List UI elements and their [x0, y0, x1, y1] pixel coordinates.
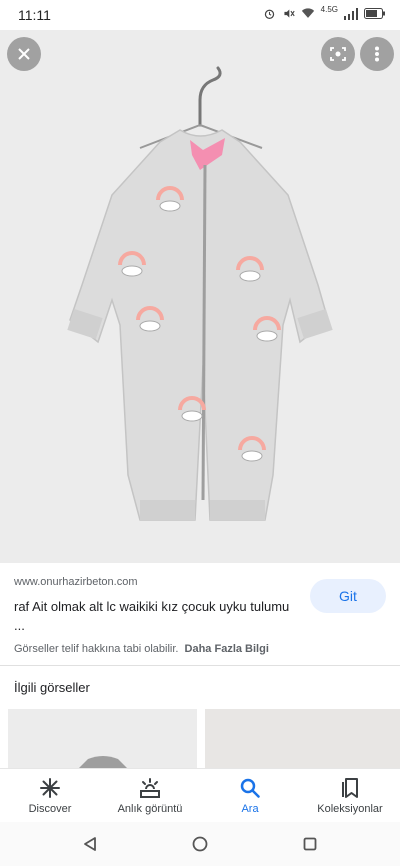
copyright-text: Görseller telif hakkına tabi olabilir.: [14, 643, 179, 655]
visit-button[interactable]: Git: [310, 579, 386, 613]
back-icon: [84, 837, 96, 851]
lens-button[interactable]: [321, 37, 355, 71]
nav-label: Ara: [241, 803, 259, 815]
snapshot-icon: [140, 778, 160, 798]
related-image-thumbnail[interactable]: [205, 709, 400, 769]
status-icons: 4.5G: [263, 5, 386, 20]
more-vert-icon: [375, 46, 379, 62]
nav-label: Koleksiyonlar: [317, 803, 383, 815]
mute-icon: [284, 9, 295, 18]
nav-collections[interactable]: Koleksiyonlar: [300, 769, 400, 823]
home-icon: [192, 836, 208, 852]
nav-search[interactable]: Ara: [200, 769, 300, 823]
wifi-icon: [301, 8, 314, 18]
collections-icon: [342, 778, 358, 798]
nav-snapshot[interactable]: Anlık görüntü: [100, 769, 200, 823]
home-button[interactable]: [190, 834, 210, 854]
product-image: [67, 66, 333, 521]
related-images-heading: İlgili görseller: [14, 680, 90, 695]
learn-more-link[interactable]: Daha Fazla Bilgi: [185, 643, 269, 655]
discover-icon: [40, 778, 60, 798]
copyright-notice: Görseller telif hakkına tabi olabilir. D…: [14, 643, 269, 655]
related-image-thumbnail[interactable]: [8, 709, 197, 769]
result-title[interactable]: raf Ait olmak alt lc waikiki kız çocuk u…: [14, 597, 294, 635]
nav-label: Anlık görüntü: [117, 803, 183, 815]
close-button[interactable]: [7, 37, 41, 71]
more-options-button[interactable]: [360, 37, 394, 71]
source-url[interactable]: www.onurhazirbeton.com: [14, 576, 138, 588]
related-image-preview: [78, 756, 128, 769]
network-label: 4.5G: [320, 5, 338, 14]
system-nav-bar: [0, 822, 400, 866]
status-bar: 11:11 4.5G: [0, 0, 400, 30]
recents-button[interactable]: [300, 834, 320, 854]
nav-label: Discover: [28, 803, 72, 815]
result-info: www.onurhazirbeton.com raf Ait olmak alt…: [0, 563, 400, 673]
image-viewer[interactable]: [0, 30, 400, 563]
close-icon: [18, 48, 30, 60]
lens-icon: [330, 47, 346, 61]
back-button[interactable]: [80, 834, 100, 854]
bottom-nav: Discover Anlık görüntü Ara Koleksiyonlar: [0, 768, 400, 823]
search-icon: [240, 778, 260, 798]
status-time: 11:11: [18, 7, 51, 23]
battery-icon: [364, 8, 385, 19]
signal-icon: [344, 7, 358, 20]
nav-discover[interactable]: Discover: [0, 769, 100, 823]
recents-icon: [303, 837, 317, 851]
alarm-icon: [264, 9, 274, 19]
divider: [0, 665, 400, 666]
